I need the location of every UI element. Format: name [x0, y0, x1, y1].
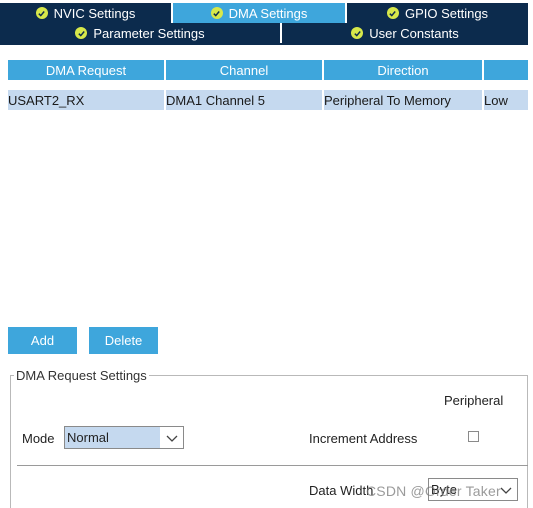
table-row[interactable]: USART2_RX DMA1 Channel 5 Peripheral To M… [8, 90, 528, 110]
mode-select-value: Normal [65, 427, 160, 448]
tab-label: DMA Settings [228, 5, 308, 21]
mode-select[interactable]: Normal [64, 426, 184, 449]
check-circle-icon [35, 7, 48, 19]
tab-nvic-settings[interactable]: NVIC Settings [0, 3, 173, 23]
tab-parameter-settings[interactable]: Parameter Settings [0, 23, 282, 43]
column-header-dma-request[interactable]: DMA Request [8, 60, 166, 80]
check-circle-icon [75, 27, 88, 39]
tab-label: Parameter Settings [93, 25, 205, 41]
watermark-text: CSDN @Order Taker [366, 483, 501, 499]
delete-button[interactable]: Delete [89, 327, 158, 354]
tab-dma-settings[interactable]: DMA Settings [173, 3, 347, 23]
cell-direction: Peripheral To Memory [324, 90, 484, 110]
data-width-label: Data Width [309, 483, 374, 498]
tab-gpio-settings[interactable]: GPIO Settings [347, 3, 528, 23]
divider [17, 465, 528, 466]
tab-label: GPIO Settings [404, 5, 489, 21]
cell-channel: DMA1 Channel 5 [166, 90, 324, 110]
peripheral-column-label: Peripheral [444, 393, 504, 408]
tab-bar-secondary: Parameter Settings User Constants [0, 23, 528, 43]
peripheral-increment-checkbox[interactable] [468, 431, 479, 442]
column-header-direction[interactable]: Direction [324, 60, 484, 80]
tab-bar-primary: NVIC Settings DMA Settings GPIO Settings [0, 3, 528, 23]
mode-label: Mode [22, 431, 55, 446]
table-header: DMA Request Channel Direction [8, 60, 528, 80]
group-legend: DMA Request Settings [14, 368, 149, 383]
check-circle-icon [386, 7, 399, 19]
cell-priority: Low [484, 92, 508, 108]
chevron-down-icon [499, 483, 513, 497]
cell-dma-request: USART2_RX [8, 90, 166, 110]
dma-request-table: DMA Request Channel Direction USART2_RX … [8, 60, 528, 110]
increment-address-label: Increment Address [309, 431, 418, 446]
column-header-channel[interactable]: Channel [166, 60, 324, 80]
check-circle-icon [210, 7, 223, 19]
tab-label: NVIC Settings [53, 5, 136, 21]
check-circle-icon [351, 27, 364, 39]
tab-label: User Constants [369, 25, 459, 41]
column-header-priority[interactable] [484, 60, 528, 80]
chevron-down-icon [165, 431, 179, 445]
tab-user-constants[interactable]: User Constants [282, 23, 528, 43]
add-button[interactable]: Add [8, 327, 77, 354]
tab-divider [0, 43, 528, 45]
